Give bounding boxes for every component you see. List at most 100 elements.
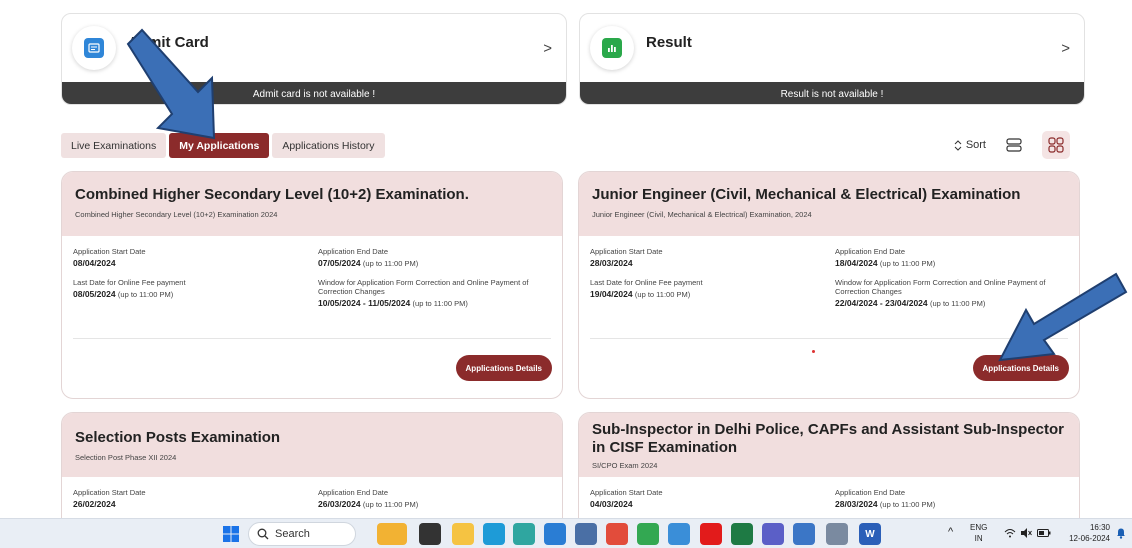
app-icon[interactable] <box>793 523 815 545</box>
end-date-note: (up to 11:00 PM) <box>879 500 936 509</box>
result-title: Result <box>646 34 692 51</box>
list-view-icon <box>1006 138 1022 152</box>
exam-tabs: Live Examinations My Applications Applic… <box>61 133 385 158</box>
os-taskbar: Search W ^ ENG IN 16:30 12-06-2024 <box>0 518 1132 548</box>
exam-card: Combined Higher Secondary Level (10+2) E… <box>61 171 563 399</box>
battery-icon[interactable] <box>1037 529 1051 540</box>
correction-window-value: 10/05/2024 - 11/05/2024 <box>318 298 411 308</box>
fee-date-note: (up to 11:00 PM) <box>634 290 691 299</box>
end-date-label: Application End Date <box>318 488 389 497</box>
excel-icon[interactable] <box>731 523 753 545</box>
exam-subtitle: SI/CPO Exam 2024 <box>592 461 658 470</box>
correction-window-note: (up to 11:00 PM) <box>930 299 986 308</box>
end-date-note: (up to 11:00 PM) <box>362 500 419 509</box>
widgets-icon[interactable] <box>377 523 407 545</box>
fee-date-value: 19/04/2024 <box>590 289 633 299</box>
start-date-value: 26/02/2024 <box>73 499 116 509</box>
correction-window-label: Window for Application Form Correction a… <box>835 278 1046 296</box>
app-icon[interactable] <box>575 523 597 545</box>
fee-date-note: (up to 11:00 PM) <box>117 290 174 299</box>
sort-label: Sort <box>965 139 986 151</box>
end-date-note: (up to 11:00 PM) <box>879 259 936 268</box>
file-explorer-icon[interactable] <box>452 523 474 545</box>
tray-chevron-icon[interactable]: ^ <box>948 527 953 538</box>
admit-card-icon <box>72 26 116 70</box>
fee-date-value: 08/05/2024 <box>73 289 116 299</box>
list-view-button[interactable] <box>1000 131 1028 159</box>
end-date-label: Application End Date <box>835 247 906 256</box>
sort-button[interactable]: Sort <box>954 139 986 151</box>
app-icon[interactable] <box>637 523 659 545</box>
exam-title: Junior Engineer (Civil, Mechanical & Ele… <box>592 186 1021 203</box>
end-date-value: 26/03/2024 <box>318 499 361 509</box>
start-date-label: Application Start Date <box>73 247 146 256</box>
notepad-icon[interactable] <box>668 523 690 545</box>
language-indicator[interactable]: ENG IN <box>970 522 987 544</box>
applications-details-button[interactable]: Applications Details <box>455 355 552 381</box>
chevron-right-icon[interactable]: > <box>543 40 552 57</box>
tab-applications-history[interactable]: Applications History <box>272 133 385 158</box>
region-label: IN <box>974 534 983 543</box>
correction-window-label: Window for Application Form Correction a… <box>318 278 529 296</box>
result-status: Result is not available ! <box>580 82 1084 104</box>
fee-date-label: Last Date for Online Fee payment <box>73 278 186 287</box>
clock-date: 12-06-2024 <box>1069 534 1110 543</box>
result-icon <box>590 26 634 70</box>
divider <box>590 338 1068 339</box>
tab-my-applications[interactable]: My Applications <box>169 133 270 158</box>
sort-icon <box>954 139 962 151</box>
result-panel[interactable]: Result > Result is not available ! <box>579 13 1085 105</box>
admit-card-title: Admit Card <box>128 34 209 51</box>
correction-window-value: 22/04/2024 - 23/04/2024 <box>835 298 928 308</box>
start-date-value: 08/04/2024 <box>73 258 116 268</box>
teams-icon[interactable] <box>762 523 784 545</box>
app-icon[interactable] <box>700 523 722 545</box>
vscode-icon[interactable] <box>544 523 566 545</box>
search-icon <box>257 528 269 540</box>
exam-subtitle: Combined Higher Secondary Level (10+2) E… <box>75 210 278 219</box>
notification-bell-icon[interactable] <box>1116 527 1126 542</box>
end-date-note: (up to 11:00 PM) <box>362 259 419 268</box>
exam-title: Selection Posts Examination <box>75 429 281 446</box>
start-date-value: 28/03/2024 <box>590 258 633 268</box>
edge-beta-icon[interactable] <box>513 523 535 545</box>
edge-icon[interactable] <box>483 523 505 545</box>
view-toolbar: Sort <box>954 131 1070 159</box>
app-icon[interactable] <box>826 523 848 545</box>
grid-view-button[interactable] <box>1042 131 1070 159</box>
end-date-value: 07/05/2024 <box>318 258 361 268</box>
tab-live-examinations[interactable]: Live Examinations <box>61 133 167 158</box>
exam-title: Sub-Inspector in Delhi Police, CAPFs and… <box>592 421 1065 456</box>
start-date-label: Application Start Date <box>590 488 663 497</box>
windows-start-icon[interactable] <box>220 523 242 545</box>
indicator-dot <box>812 350 815 353</box>
grid-view-icon <box>1048 137 1064 153</box>
correction-window-note: (up to 11:00 PM) <box>412 299 468 308</box>
end-date-label: Application End Date <box>835 488 906 497</box>
clock-time: 16:30 <box>1089 523 1110 532</box>
exam-subtitle: Selection Post Phase XII 2024 <box>75 453 177 462</box>
exam-card: Sub-Inspector in Delhi Police, CAPFs and… <box>578 412 1080 532</box>
exam-card: Junior Engineer (Civil, Mechanical & Ele… <box>578 171 1080 399</box>
start-date-label: Application Start Date <box>73 488 146 497</box>
fee-date-label: Last Date for Online Fee payment <box>590 278 703 287</box>
wifi-icon[interactable] <box>1004 528 1016 541</box>
start-date-value: 04/03/2024 <box>590 499 633 509</box>
end-date-value: 18/04/2024 <box>835 258 878 268</box>
language-label: ENG <box>970 523 988 532</box>
chrome-icon[interactable] <box>606 523 628 545</box>
chevron-right-icon[interactable]: > <box>1061 40 1070 57</box>
divider <box>73 338 551 339</box>
clock[interactable]: 16:30 12-06-2024 <box>1060 522 1110 544</box>
exam-subtitle: Junior Engineer (Civil, Mechanical & Ele… <box>592 210 812 219</box>
word-icon[interactable]: W <box>859 523 881 545</box>
end-date-label: Application End Date <box>318 247 389 256</box>
taskbar-search[interactable]: Search <box>248 522 356 546</box>
admit-card-status: Admit card is not available ! <box>62 82 566 104</box>
exam-card: Selection Posts Examination Selection Po… <box>61 412 563 532</box>
volume-icon[interactable] <box>1020 528 1032 541</box>
applications-details-button[interactable]: Applications Details <box>972 355 1069 381</box>
task-view-icon[interactable] <box>419 523 441 545</box>
admit-card-panel[interactable]: Admit Card > Admit card is not available… <box>61 13 567 105</box>
exam-title: Combined Higher Secondary Level (10+2) E… <box>75 186 469 203</box>
